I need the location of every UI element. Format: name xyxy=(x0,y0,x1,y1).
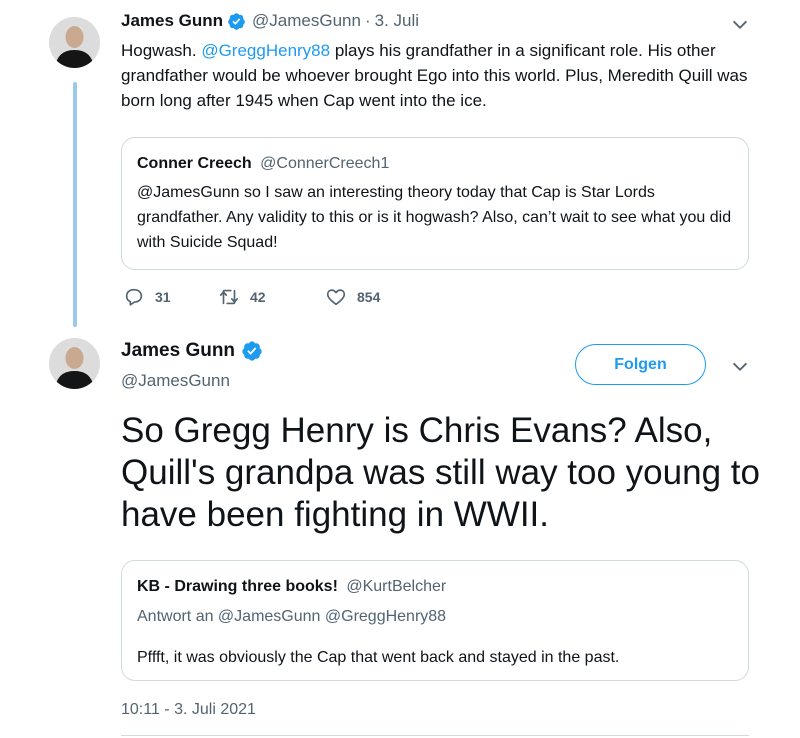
quote-reply-context: Antwort an @JamesGunn @GreggHenry88 xyxy=(137,608,447,625)
quote-author-name: Conner Creech xyxy=(137,155,252,172)
author-name[interactable]: James Gunn xyxy=(121,11,223,31)
quoted-tweet-card[interactable]: Conner Creech @ConnerCreech1 @JamesGunn … xyxy=(121,137,749,270)
separator-dot: · xyxy=(364,11,371,30)
quote-header: Conner Creech @ConnerCreech1 xyxy=(137,155,389,173)
retweet-button[interactable]: 42 xyxy=(218,286,325,308)
thread-connector-line xyxy=(73,82,77,327)
tweet1-text: Hogwash. @GreggHenry88 plays his grandfa… xyxy=(121,38,761,113)
tweet1-header: James Gunn @JamesGunn · 3. Juli xyxy=(121,11,419,31)
quote-text: Pffft, it was obviously the Cap that wen… xyxy=(137,649,620,666)
tweet2-avatar[interactable] xyxy=(49,338,100,389)
mention-link[interactable]: @GreggHenry88 xyxy=(201,41,330,60)
tweet2-header: James Gunn xyxy=(121,340,263,362)
tweet-timestamp[interactable]: 10:11 - 3. Juli 2021 xyxy=(121,701,256,719)
quote-header: KB - Drawing three books! @KurtBelcher xyxy=(137,578,446,596)
quoted-tweet-card[interactable]: KB - Drawing three books! @KurtBelcher A… xyxy=(121,560,749,681)
retweet-count: 42 xyxy=(250,289,266,305)
reply-button[interactable]: 31 xyxy=(123,286,218,308)
like-count: 854 xyxy=(357,289,381,305)
follow-button[interactable]: Folgen xyxy=(575,344,706,385)
divider xyxy=(121,735,749,736)
tweet1-avatar[interactable] xyxy=(49,17,100,68)
tweet-date[interactable]: 3. Juli xyxy=(375,11,419,31)
quote-author-handle: @ConnerCreech1 xyxy=(260,155,390,172)
tweet1-actions: 31 42 854 xyxy=(123,286,380,308)
author-name[interactable]: James Gunn xyxy=(121,340,235,362)
verified-badge-icon xyxy=(242,341,262,361)
chevron-down-icon[interactable] xyxy=(729,14,751,36)
reply-icon xyxy=(125,288,143,306)
chevron-down-icon[interactable] xyxy=(729,356,751,378)
like-button[interactable]: 854 xyxy=(325,286,380,308)
author-handle[interactable]: @JamesGunn xyxy=(121,371,230,391)
tweet-text-start: Hogwash. xyxy=(121,41,202,60)
quote-author-handle: @KurtBelcher xyxy=(346,578,447,595)
reply-count: 31 xyxy=(155,289,171,305)
author-handle[interactable]: @JamesGunn xyxy=(252,11,361,31)
like-icon xyxy=(326,289,346,306)
verified-badge-icon xyxy=(228,12,245,30)
quote-text: @JamesGunn so I saw an interesting theor… xyxy=(137,184,732,251)
retweet-icon xyxy=(219,289,239,305)
quote-author-name: KB - Drawing three books! xyxy=(137,578,338,595)
avatar-image xyxy=(49,17,100,68)
tweet2-text: So Gregg Henry is Chris Evans? Also, Qui… xyxy=(121,411,760,534)
avatar-image xyxy=(49,338,100,389)
